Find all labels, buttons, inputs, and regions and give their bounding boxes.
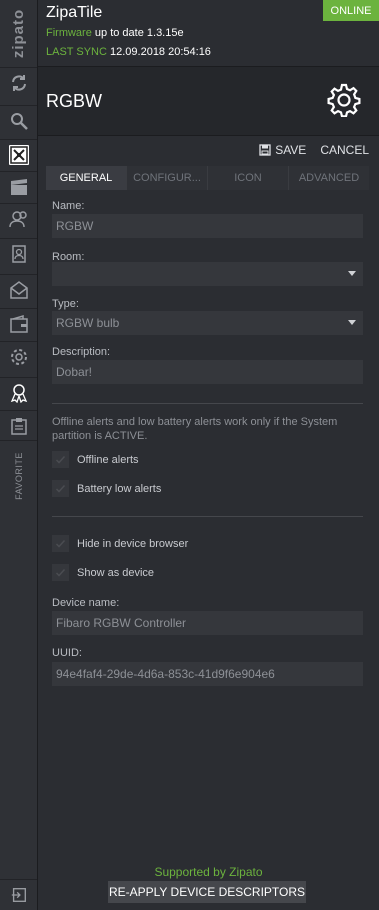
save-label: SAVE [275,143,307,157]
device-name-field[interactable]: Fibaro RGBW Controller [52,611,363,635]
logout-icon[interactable] [0,879,37,910]
type-select[interactable]: RGBW bulb [52,311,363,335]
name-field[interactable]: RGBW [52,214,363,238]
last-sync-label: LAST SYNC [46,46,107,58]
search-icon[interactable] [0,105,37,136]
favorite-tab[interactable]: FAVORITE [0,440,37,511]
uuid-field[interactable]: 94e4faf4-29de-4d6a-853c-41d9f6e904e6 [52,662,363,686]
firmware-status: Firmware up to date 1.3.15e [46,27,184,39]
show-device-checkbox[interactable] [52,564,69,581]
device-header: RGBW [38,67,379,136]
contacts-icon[interactable] [0,238,37,269]
show-device-label: Show as device [77,566,155,579]
check-icon [55,539,66,548]
tab-general[interactable]: GENERAL [46,166,126,190]
save-icon [259,144,271,156]
check-icon [55,484,66,493]
app-title: ZipaTile [46,4,103,21]
wallet-icon[interactable] [0,308,37,339]
sidebar: zipato FAVORITE [0,0,38,910]
scenes-icon[interactable] [0,171,37,202]
save-button[interactable]: SAVE [259,143,306,157]
uuid-label: UUID: [52,647,82,659]
offline-alerts-checkbox[interactable] [52,451,69,468]
hide-browser-label: Hide in device browser [77,537,189,550]
offline-alerts-label: Offline alerts [77,453,139,466]
firmware-label: Firmware [46,27,92,39]
check-icon [55,568,66,577]
controller-header: ZipaTile ONLINE Firmware up to date 1.3.… [38,0,379,67]
type-value: RGBW bulb [56,316,120,330]
status-badge: ONLINE [323,0,379,21]
cancel-button[interactable]: CANCEL [320,143,369,157]
messages-icon[interactable] [0,274,37,305]
battery-low-label: Battery low alerts [77,482,162,495]
sync-icon[interactable] [0,67,37,98]
description-field[interactable]: Dobar! [52,360,363,384]
firmware-value: up to date 1.3.15e [94,27,184,39]
last-sync-status: LAST SYNC 12.09.2018 20:54:16 [46,46,211,58]
users-icon[interactable] [0,203,37,234]
show-device-row[interactable]: Show as device [52,564,154,581]
hide-browser-row[interactable]: Hide in device browser [52,535,188,552]
supported-by-text: Supported by Zipato [154,865,263,879]
type-label: Type: [52,298,79,310]
tab-configuration[interactable]: CONFIGUR... [126,166,207,190]
form-toolbar: SAVE CANCEL [259,143,369,157]
hide-browser-checkbox[interactable] [52,535,69,552]
clipboard-icon[interactable] [0,410,37,441]
alerts-note: Offline alerts and low battery alerts wo… [52,416,338,442]
tab-icon[interactable]: ICON [207,166,288,190]
battery-low-row[interactable]: Battery low alerts [52,480,161,497]
zipato-logo: zipato [10,8,27,58]
tab-bar: GENERAL CONFIGUR... ICON ADVANCED [46,166,369,190]
divider [52,403,363,404]
divider [52,516,363,517]
gear-icon[interactable] [327,83,361,117]
name-label: Name: [52,200,85,212]
last-sync-value: 12.09.2018 20:54:16 [110,46,211,58]
reapply-descriptors-button[interactable]: RE-APPLY DEVICE DESCRIPTORS [108,881,306,903]
device-manager-icon[interactable] [0,139,37,170]
battery-low-checkbox[interactable] [52,480,69,497]
device-title: RGBW [46,91,102,111]
tab-advanced[interactable]: ADVANCED [288,166,369,190]
check-icon [55,455,66,464]
device-name-label: Device name: [52,597,120,609]
offline-alerts-row[interactable]: Offline alerts [52,451,139,468]
description-label: Description: [52,346,111,358]
settings-icon[interactable] [0,341,37,372]
chevron-down-icon [348,271,356,276]
badge-icon[interactable] [0,377,37,408]
chevron-down-icon [348,320,356,325]
room-select[interactable] [52,262,363,286]
